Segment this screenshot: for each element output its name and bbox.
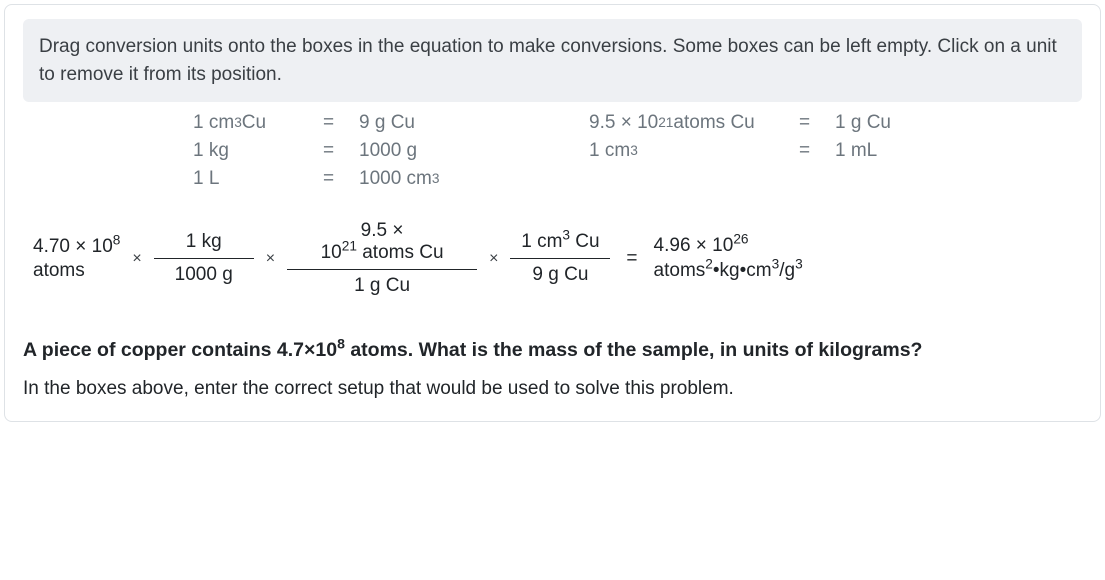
- fact-left: 9.5 × 1021 atoms Cu: [589, 112, 799, 134]
- instructions-banner: Drag conversion units onto the boxes in …: [23, 19, 1082, 102]
- fraction-denominator[interactable]: 1 g Cu: [344, 271, 420, 301]
- conversion-fraction-slot[interactable]: 9.5 × 1021 atoms Cu 1 g Cu: [287, 216, 477, 301]
- fact-row: 1 cm3 Cu = 9 g Cu 9.5 × 1021 atoms Cu = …: [193, 112, 1082, 134]
- start-quantity: 4.70 × 108 atoms: [33, 235, 120, 283]
- equals-sign: =: [323, 168, 359, 190]
- conversion-facts: 1 cm3 Cu = 9 g Cu 9.5 × 1021 atoms Cu = …: [23, 112, 1082, 190]
- fraction-numerator[interactable]: 9.5 × 1021 atoms Cu: [311, 216, 454, 268]
- fact-right: 1000 g: [359, 140, 589, 162]
- equation-row: 4.70 × 108 atoms × 1 kg 1000 g × 9.5 × 1…: [23, 216, 1082, 301]
- question-text: A piece of copper contains 4.7×108 atoms…: [23, 337, 1082, 364]
- multiply-sign: ×: [130, 250, 143, 268]
- fact-left: 1 cm3: [589, 140, 799, 162]
- fact-left: 1 L: [193, 168, 323, 190]
- fraction-bar: [287, 269, 477, 270]
- fraction-bar: [154, 258, 254, 259]
- question-block: A piece of copper contains 4.7×108 atoms…: [23, 337, 1082, 403]
- question-followup: In the boxes above, enter the correct se…: [23, 376, 1082, 403]
- fact-right: 1000 cm3: [359, 168, 589, 190]
- conversion-fraction-slot[interactable]: 1 cm3 Cu 9 g Cu: [510, 227, 610, 290]
- fact-left: 1 cm3 Cu: [193, 112, 323, 134]
- conversion-fraction-slot[interactable]: 1 kg 1000 g: [154, 227, 254, 290]
- fact-right: 1 g Cu: [835, 112, 891, 134]
- fact-right: 9 g Cu: [359, 112, 589, 134]
- fraction-bar: [510, 258, 610, 259]
- equals-sign: =: [620, 248, 643, 270]
- equals-sign: =: [799, 112, 835, 134]
- equals-sign: =: [799, 140, 835, 162]
- fact-row: 1 L = 1000 cm3: [193, 168, 1082, 190]
- fraction-denominator[interactable]: 1000 g: [165, 260, 243, 290]
- fraction-denominator[interactable]: 9 g Cu: [522, 260, 598, 290]
- multiply-sign: ×: [487, 250, 500, 268]
- fact-left: 1 kg: [193, 140, 323, 162]
- equals-sign: =: [323, 140, 359, 162]
- multiply-sign: ×: [264, 250, 277, 268]
- problem-card: Drag conversion units onto the boxes in …: [4, 4, 1101, 422]
- equals-sign: =: [323, 112, 359, 134]
- result-quantity: 4.96 × 1026 atoms2•kg•cm3/g3: [654, 234, 803, 283]
- fraction-numerator[interactable]: 1 cm3 Cu: [511, 227, 609, 257]
- instructions-text: Drag conversion units onto the boxes in …: [39, 36, 1057, 85]
- fact-right: 1 mL: [835, 140, 877, 162]
- fraction-numerator[interactable]: 1 kg: [176, 227, 232, 257]
- fact-row: 1 kg = 1000 g 1 cm3 = 1 mL: [193, 140, 1082, 162]
